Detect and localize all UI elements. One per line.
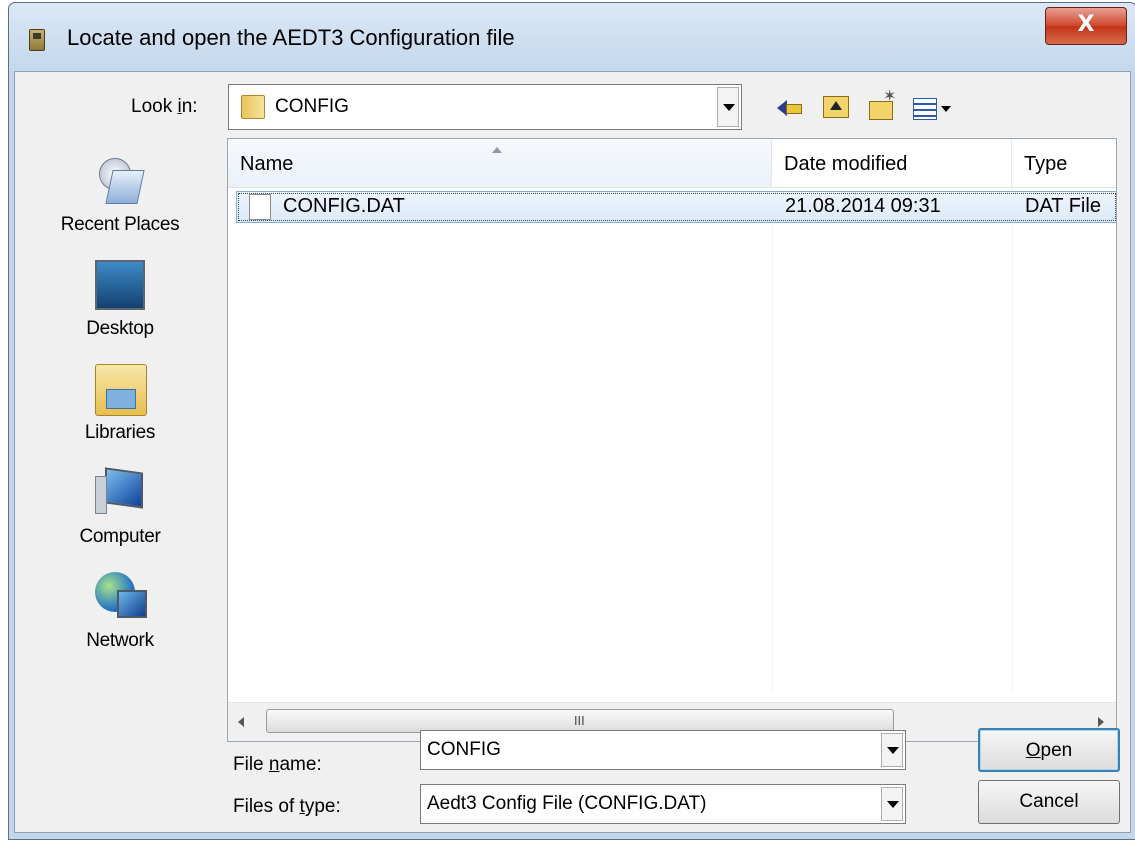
- back-icon[interactable]: [777, 92, 807, 122]
- place-network[interactable]: Network: [27, 558, 213, 658]
- file-type-value: Aedt3 Config File (CONFIG.DAT): [427, 793, 707, 814]
- new-folder-icon[interactable]: [867, 86, 897, 122]
- recent-places-icon: [95, 156, 145, 206]
- file-date-cell: 21.08.2014 09:31: [785, 195, 941, 217]
- column-header-date-modified[interactable]: Date modified: [772, 139, 1012, 187]
- title-bar[interactable]: Locate and open the AEDT3 Configuration …: [9, 3, 1135, 71]
- views-menu-icon[interactable]: [913, 92, 957, 122]
- places-bar: Recent Places Desktop Libraries Computer…: [27, 142, 213, 680]
- file-name-cell: CONFIG.DAT: [283, 195, 405, 217]
- column-header-row: Name Date modified Type: [228, 139, 1116, 188]
- place-label: Recent Places: [60, 214, 180, 235]
- file-type-dropdown[interactable]: Aedt3 Config File (CONFIG.DAT): [420, 784, 906, 824]
- column-divider: [1012, 187, 1013, 691]
- place-recent-places[interactable]: Recent Places: [27, 142, 213, 242]
- file-row-selected[interactable]: CONFIG.DAT 21.08.2014 09:31 DAT File: [236, 191, 1116, 223]
- place-label: Desktop: [86, 318, 154, 339]
- place-label: Network: [86, 630, 154, 651]
- open-button[interactable]: Open: [978, 728, 1120, 772]
- file-type-label: Files of type:: [233, 796, 341, 817]
- chevron-down-icon[interactable]: [717, 87, 739, 127]
- file-name-label: File name:: [233, 754, 322, 775]
- open-file-dialog: Locate and open the AEDT3 Configuration …: [8, 2, 1135, 840]
- scroll-right-icon[interactable]: [1098, 717, 1104, 727]
- sort-ascending-icon: [492, 147, 502, 153]
- column-divider: [772, 187, 773, 691]
- place-desktop[interactable]: Desktop: [27, 246, 213, 346]
- place-label: Computer: [79, 526, 161, 547]
- chevron-down-icon[interactable]: [881, 787, 903, 821]
- file-list[interactable]: Name Date modified Type CONFIG.DAT 21.08…: [227, 138, 1117, 742]
- dialog-client-area: Look in: CONFIG Recent Places Desktop Li…: [14, 71, 1131, 833]
- network-icon: [95, 572, 147, 622]
- scroll-left-icon[interactable]: [238, 717, 244, 727]
- app-icon: [29, 29, 45, 51]
- file-name-input[interactable]: CONFIG: [427, 739, 501, 761]
- chevron-down-icon[interactable]: [881, 733, 903, 767]
- close-button[interactable]: X: [1045, 7, 1127, 45]
- scrollbar-grip: III: [574, 714, 585, 728]
- place-computer[interactable]: Computer: [27, 454, 213, 554]
- place-label: Libraries: [84, 422, 156, 443]
- desktop-icon: [95, 260, 145, 310]
- file-name-combo[interactable]: CONFIG: [420, 730, 906, 770]
- look-in-label: Look in:: [131, 96, 198, 117]
- cancel-button[interactable]: Cancel: [978, 780, 1120, 824]
- computer-icon: [95, 468, 145, 518]
- folder-icon: [241, 95, 265, 119]
- file-type-cell: DAT File: [1025, 195, 1101, 217]
- look-in-value: CONFIG: [275, 96, 349, 117]
- up-folder-icon[interactable]: [821, 92, 851, 122]
- place-libraries[interactable]: Libraries: [27, 350, 213, 450]
- column-header-type[interactable]: Type: [1012, 139, 1116, 187]
- window-title: Locate and open the AEDT3 Configuration …: [67, 25, 515, 50]
- look-in-dropdown[interactable]: CONFIG: [228, 84, 742, 130]
- libraries-icon: [95, 364, 147, 416]
- file-icon: [249, 194, 271, 220]
